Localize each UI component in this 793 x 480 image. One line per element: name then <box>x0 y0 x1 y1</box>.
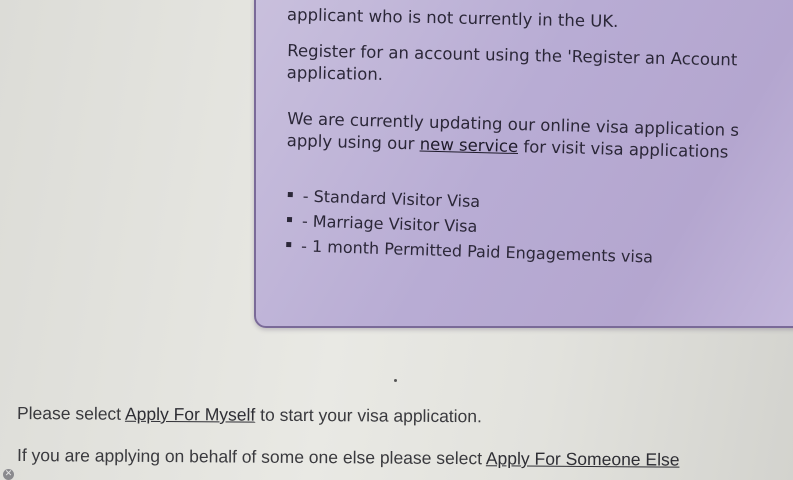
apply-for-myself-link[interactable]: Apply For Myself <box>125 404 255 425</box>
update-prefix: apply using our <box>286 130 420 154</box>
apply-myself-instruction: Please select Apply For Myself to start … <box>17 403 482 427</box>
visa-type-label: - Standard Visitor Visa <box>302 186 481 212</box>
bullet-icon <box>287 192 293 198</box>
register-paragraph: Register for an account using the 'Regis… <box>287 40 738 93</box>
instruction-suffix: to start your visa application. <box>255 404 482 427</box>
bullet-icon <box>286 241 292 248</box>
apply-someone-instruction: If you are applying on behalf of some on… <box>17 445 680 471</box>
update-suffix: for visit visa applications <box>517 137 729 162</box>
instruction-prefix: Please select <box>16 403 126 424</box>
visa-type-label: - Marriage Visitor Visa <box>301 211 478 236</box>
stray-dot <box>394 379 397 382</box>
apply-for-someone-else-link[interactable]: Apply For Someone Else <box>486 448 680 469</box>
update-paragraph: We are currently updating our online vis… <box>286 108 739 164</box>
bullet-icon <box>286 217 293 223</box>
visa-type-list: - Standard Visitor Visa - Marriage Visit… <box>286 183 655 269</box>
instruction-prefix: If you are applying on behalf of some on… <box>16 445 486 469</box>
info-panel: applicant who is not currently in the UK… <box>254 0 793 328</box>
panel-text-top: applicant who is not currently in the UK… <box>286 5 619 31</box>
close-icon[interactable]: ✕ <box>3 469 14 480</box>
new-service-link[interactable]: new service <box>419 134 518 156</box>
